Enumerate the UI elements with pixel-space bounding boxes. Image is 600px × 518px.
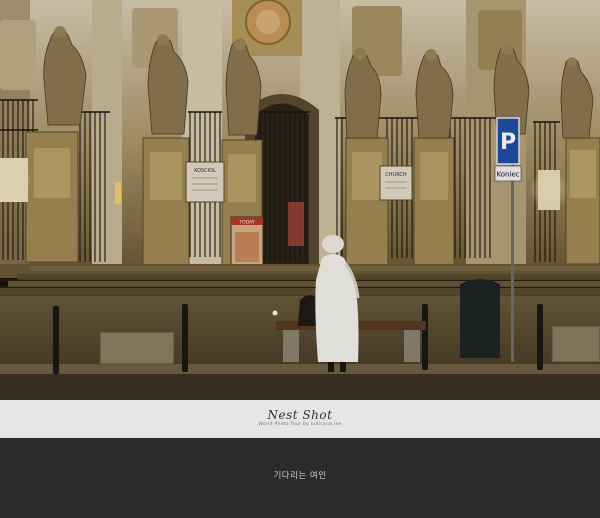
- caption-area: 기다리는 여인: [0, 438, 600, 518]
- page: KOSCIOL CHURCH TODAY P Koniec Nest Shot …: [0, 0, 600, 518]
- church-night-photo: KOSCIOL CHURCH TODAY P Koniec: [0, 0, 600, 400]
- church-facade-scene: KOSCIOL CHURCH TODAY P Koniec: [0, 0, 600, 400]
- watermark-band: Nest Shot World Photo Tour by ludicana l…: [0, 400, 600, 438]
- watermark-title: Nest Shot: [267, 408, 333, 422]
- watermark-subtitle: World Photo Tour by ludicana lee: [258, 422, 342, 427]
- photo-caption: 기다리는 여인: [273, 471, 327, 481]
